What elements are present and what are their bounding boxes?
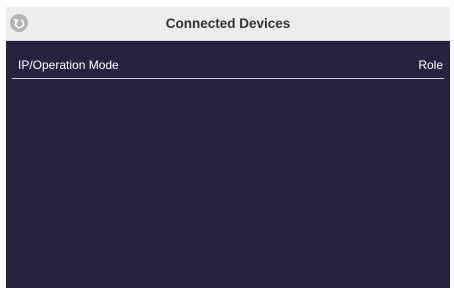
title-bar: Connected Devices	[6, 7, 450, 41]
page-title: Connected Devices	[165, 16, 291, 31]
table-header: IP/Operation Mode Role	[12, 55, 444, 79]
device-list	[12, 80, 444, 280]
app-window: Connected Devices IP/Operation Mode Role	[6, 7, 450, 288]
column-header-role: Role	[418, 58, 443, 72]
column-header-ip-mode: IP/Operation Mode	[18, 58, 119, 72]
